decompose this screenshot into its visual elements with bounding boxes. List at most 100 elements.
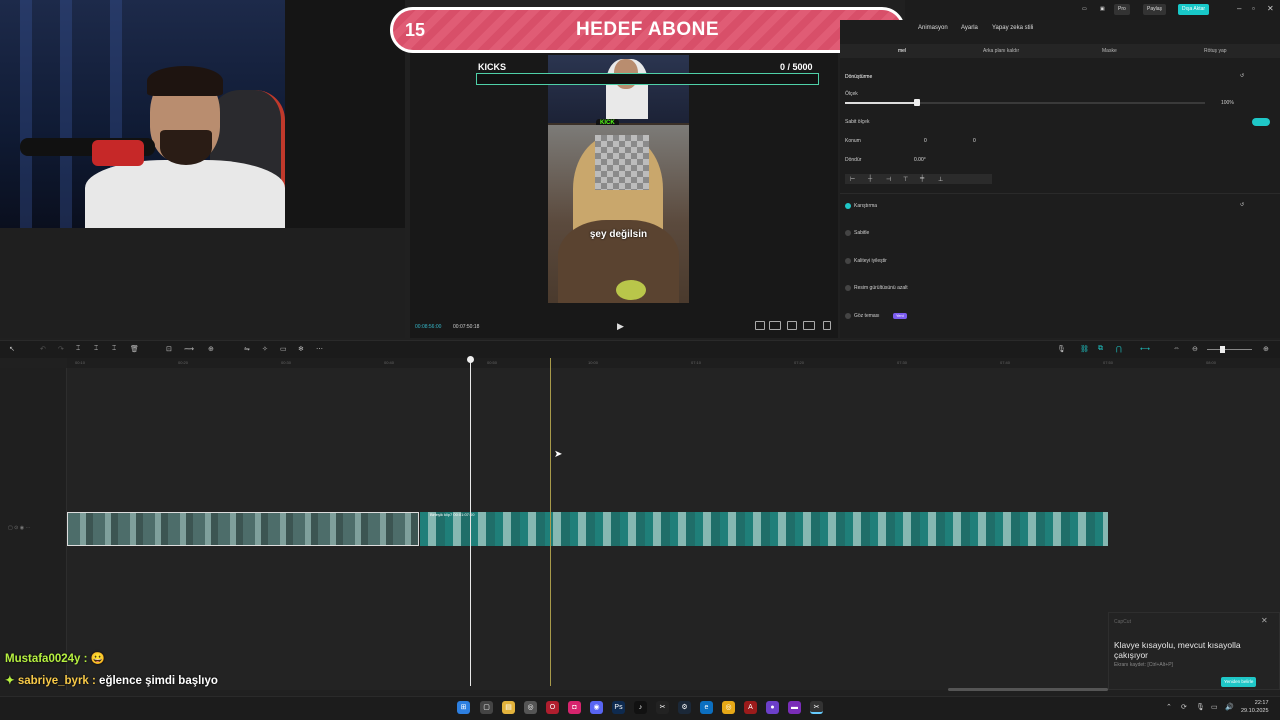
align-center-icon[interactable]: ┼ (868, 176, 872, 182)
tab-animation[interactable]: Animasyon (918, 25, 948, 31)
reset-icon[interactable]: ↺ (1240, 202, 1244, 208)
freeze-icon[interactable]: ❄ (298, 345, 304, 353)
capcut-icon[interactable]: ✂ (656, 701, 669, 714)
link-icon[interactable]: ⛓ (1080, 345, 1089, 353)
blend-checkbox[interactable] (845, 203, 851, 209)
close-icon[interactable]: ✕ (1267, 4, 1274, 13)
acrobat-icon[interactable]: A (744, 701, 757, 714)
tray-expand-icon[interactable]: ⌃ (1166, 703, 1172, 711)
share-button[interactable]: Paylaş (1143, 4, 1167, 15)
align-bottom-icon[interactable]: ⊥ (938, 176, 943, 183)
aspect-icon[interactable] (803, 321, 815, 330)
system-clock[interactable]: 22:17 29.10.2025 (1241, 699, 1269, 715)
capcut-active-icon[interactable]: ✂ (810, 701, 823, 714)
steam-icon[interactable]: ⚙ (678, 701, 691, 714)
zoom-icon[interactable]: ⊕ (208, 345, 214, 353)
select-tool-icon[interactable]: ↖ (9, 345, 15, 353)
redo-icon[interactable]: ↷ (58, 345, 64, 353)
sync-icon[interactable]: ⟳ (1181, 703, 1187, 711)
transform-section-label[interactable]: Dönüştürme (845, 74, 872, 80)
position-y-input[interactable]: 0 (973, 138, 976, 146)
frame-icon[interactable]: ▭ (280, 345, 287, 353)
playhead-handle[interactable] (467, 356, 474, 363)
zoom-slider[interactable] (1207, 349, 1252, 350)
rotate-input[interactable]: 0.00° (914, 157, 926, 165)
opera-icon[interactable]: O (546, 701, 559, 714)
network-icon[interactable]: ▭ (1211, 703, 1218, 711)
eye-contact-checkbox[interactable] (845, 313, 851, 319)
zoom-out-icon[interactable]: ⊖ (1192, 345, 1198, 353)
scale-value[interactable]: 100% (1221, 100, 1234, 106)
subtab-mask[interactable]: Maske (1102, 48, 1117, 54)
instagram-icon[interactable]: ◘ (568, 701, 581, 714)
fullscreen-icon[interactable] (823, 321, 831, 330)
crop-icon[interactable] (787, 321, 797, 330)
box-icon[interactable]: ▣ (1096, 4, 1109, 15)
align-left-icon[interactable]: ⊢ (850, 176, 855, 183)
photoshop-icon[interactable]: Ps (612, 701, 625, 714)
magnet-icon[interactable]: ⋂ (1116, 345, 1122, 353)
blend-label[interactable]: Karıştırma (854, 203, 877, 209)
discord-icon[interactable]: ◉ (590, 701, 603, 714)
export-button[interactable]: Dışa Aktar (1178, 4, 1210, 15)
media-app-icon[interactable]: ▬ (788, 701, 801, 714)
transition-icon[interactable]: ⟿ (184, 345, 194, 353)
toast-action-button[interactable]: Yeniden belirle (1221, 677, 1257, 687)
volume-icon[interactable]: 🔊 (1225, 703, 1234, 711)
denoise-label[interactable]: Resim gürültüsünü azalt (854, 285, 908, 291)
layout-icon[interactable]: ▭ (1078, 4, 1091, 15)
split-right-icon[interactable]: ⌶ (112, 345, 116, 353)
chrome-icon[interactable]: ◎ (524, 701, 537, 714)
subtab-remove-bg[interactable]: Arka planı kaldır (983, 48, 1019, 54)
video-preview[interactable]: KICK şey değilsin (548, 55, 689, 303)
mirror-icon[interactable]: ⇋ (244, 345, 250, 353)
keyboard-icon[interactable] (769, 321, 781, 330)
position-x-input[interactable]: 0 (924, 138, 927, 146)
quality-label[interactable]: Kaliteyi iyileştir (854, 258, 887, 264)
align-middle-icon[interactable]: ╪ (920, 176, 924, 182)
align-top-icon[interactable]: ⊤ (903, 176, 908, 183)
stabilize-label[interactable]: Sabitle (854, 230, 869, 236)
stabilize-checkbox[interactable] (845, 230, 851, 236)
fixed-scale-toggle[interactable] (1252, 118, 1270, 126)
fit-icon[interactable]: ⇔ (1173, 345, 1180, 352)
split-icon[interactable]: ⌶ (76, 345, 80, 353)
chrome-canary-icon[interactable]: ◎ (722, 701, 735, 714)
pro-button[interactable]: Pro (1114, 4, 1130, 15)
tab-ai-style[interactable]: Yapay zeka stili (992, 25, 1033, 31)
more-tools-icon[interactable]: ⋯ (316, 345, 323, 353)
scale-slider-handle[interactable] (914, 99, 920, 106)
track-controls-icon[interactable]: ▢ ⊙ ◉ ⋯ (8, 525, 30, 531)
ratio-icon[interactable] (755, 321, 765, 330)
video-clip[interactable] (420, 512, 1108, 546)
play-icon[interactable]: ▶ (617, 321, 624, 332)
subtab-basic[interactable]: mel (898, 48, 906, 54)
mic-tray-icon[interactable]: 🎙 (1196, 703, 1205, 711)
playhead[interactable] (470, 358, 471, 686)
magic-icon[interactable]: ✧ (262, 345, 268, 353)
delete-icon[interactable]: 🗑 (130, 345, 139, 353)
close-icon[interactable]: ✕ (1261, 616, 1268, 625)
timeline-scrollbar[interactable] (948, 688, 1108, 691)
file-explorer-icon[interactable]: ▤ (502, 701, 515, 714)
align-right-icon[interactable]: ⊣ (886, 176, 891, 183)
video-clip-selected[interactable] (67, 512, 419, 546)
tiktok-icon[interactable]: ♪ (634, 701, 647, 714)
eye-contact-label[interactable]: Göz teması (854, 313, 880, 319)
zoom-in-icon[interactable]: ⊕ (1263, 345, 1269, 353)
maximize-icon[interactable]: ▫ (1252, 4, 1255, 13)
subtab-retouch[interactable]: Rötuş yap (1204, 48, 1227, 54)
mic-icon[interactable]: 🎙 (1057, 345, 1066, 353)
quality-checkbox[interactable] (845, 258, 851, 264)
start-icon[interactable]: ⊞ (457, 701, 470, 714)
task-view-icon[interactable]: ▢ (480, 701, 493, 714)
denoise-checkbox[interactable] (845, 285, 851, 291)
time-ruler[interactable] (67, 358, 1280, 368)
edge-icon[interactable]: e (700, 701, 713, 714)
crop-tool-icon[interactable]: ⊡ (166, 345, 172, 353)
obs-icon[interactable]: ● (766, 701, 779, 714)
undo-icon[interactable]: ↶ (40, 345, 46, 353)
minimize-icon[interactable]: – (1237, 4, 1241, 13)
split-left-icon[interactable]: ⌶ (94, 345, 98, 353)
preview-axis-icon[interactable]: ⟷ (1140, 345, 1150, 353)
